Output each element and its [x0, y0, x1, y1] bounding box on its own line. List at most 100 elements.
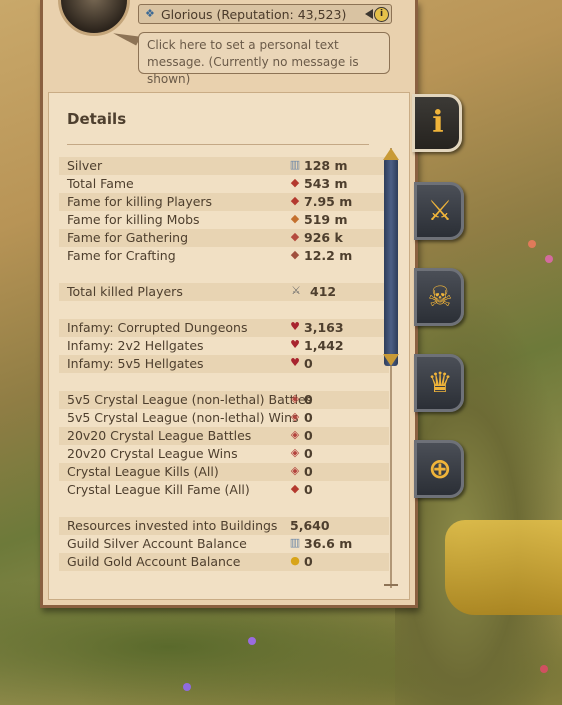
stat-label: Infamy: 5v5 Hellgates	[67, 356, 204, 371]
trophy-icon: ♛	[427, 366, 453, 399]
pvp-fame-icon: ◆	[290, 194, 300, 207]
stat-value: 543 m	[304, 176, 348, 191]
fame-icon: ◆	[290, 482, 300, 495]
stat-label: Infamy: 2v2 Hellgates	[67, 338, 204, 353]
stat-row: Fame for killing Mobs ◆ 519 m	[59, 211, 389, 229]
background-flower	[528, 240, 536, 248]
infamy-icon: ♥	[290, 320, 300, 333]
stat-label: Fame for killing Players	[67, 194, 213, 209]
stat-label: Infamy: Corrupted Dungeons	[67, 320, 248, 335]
tab-kills[interactable]: ☠	[414, 268, 464, 326]
stat-label: Fame for killing Mobs	[67, 212, 200, 227]
gold-coin-icon: ●	[290, 554, 300, 567]
guild-label: Glorious (Reputation: 43,523)	[161, 7, 347, 22]
stat-value: 0	[304, 356, 313, 371]
stat-label: Total Fame	[67, 176, 134, 191]
crystal-icon: ◈	[290, 446, 300, 459]
scroll-up-icon[interactable]	[383, 148, 399, 160]
stat-label: Silver	[67, 158, 103, 173]
info-icon: i	[374, 7, 389, 22]
stat-label: Resources invested into Buildings	[67, 518, 278, 533]
guild-info-button[interactable]: i	[365, 7, 389, 22]
guild-icon: ❖	[145, 7, 155, 20]
stat-row: Crystal League Kill Fame (All) ◆ 0	[59, 481, 389, 499]
stat-value: 12.2 m	[304, 248, 353, 263]
stat-value: 0	[304, 410, 313, 425]
stat-row: Guild Silver Account Balance ▥ 36.6 m	[59, 535, 389, 553]
stat-row: 5v5 Crystal League (non-lethal) Battles ◈…	[59, 391, 389, 409]
stat-label: Fame for Gathering	[67, 230, 189, 245]
stat-row: Total Fame ◆ 543 m	[59, 175, 389, 193]
stat-value: 3,163	[304, 320, 344, 335]
stat-value: 1,442	[304, 338, 344, 353]
stat-row: Silver ▥ 128 m	[59, 157, 389, 175]
personal-message-box[interactable]: Click here to set a personal text messag…	[138, 32, 390, 86]
stat-row: Infamy: Corrupted Dungeons ♥ 3,163	[59, 319, 389, 337]
stat-row: 20v20 Crystal League Wins ◈ 0	[59, 445, 389, 463]
stat-row: Infamy: 5v5 Hellgates ♥ 0	[59, 355, 389, 373]
stat-value: 926 k	[304, 230, 343, 245]
stat-row: Guild Gold Account Balance ● 0	[59, 553, 389, 571]
background-flower	[540, 665, 548, 673]
scrollbar[interactable]	[383, 148, 399, 588]
scrollbar-thumb[interactable]	[384, 158, 398, 366]
stat-label: Crystal League Kills (All)	[67, 464, 219, 479]
stat-row: Infamy: 2v2 Hellgates ♥ 1,442	[59, 337, 389, 355]
stat-label: Fame for Crafting	[67, 248, 176, 263]
stat-label: 5v5 Crystal League (non-lethal) Battles	[67, 392, 313, 407]
background-gold-statue	[445, 520, 562, 615]
tab-achievements[interactable]: ♛	[414, 354, 464, 412]
scroll-down-icon[interactable]	[383, 354, 399, 366]
silver-icon: ▥	[289, 536, 301, 549]
crafting-fame-icon: ◆	[290, 248, 300, 261]
stat-value: 0	[304, 446, 313, 461]
infamy-icon: ♥	[290, 356, 300, 369]
tab-info[interactable]: i	[412, 94, 462, 152]
stat-row: Crystal League Kills (All) ◈ 0	[59, 463, 389, 481]
globe-swords-icon: ⊕	[428, 452, 452, 485]
stat-row: 5v5 Crystal League (non-lethal) Wins ◈ 0	[59, 409, 389, 427]
stat-value: 36.6 m	[304, 536, 353, 551]
silver-icon: ▥	[289, 158, 301, 171]
stat-value: 0	[304, 482, 313, 497]
stat-row: Fame for Crafting ◆ 12.2 m	[59, 247, 389, 265]
stats-list: Silver ▥ 128 m Total Fame ◆ 543 m Fame for kil…	[59, 157, 389, 571]
skull-crossbones-icon: ☠	[427, 280, 453, 313]
pve-fame-icon: ◆	[290, 212, 300, 225]
divider	[67, 144, 369, 145]
crystal-icon: ◈	[290, 410, 300, 423]
stat-value: 128 m	[304, 158, 348, 173]
stat-row: Resources invested into Buildings 5,640	[59, 517, 389, 535]
stat-label: 5v5 Crystal League (non-lethal) Wins	[67, 410, 299, 425]
crossed-swords-icon: ⚔	[427, 194, 453, 227]
stat-row: Fame for Gathering ◆ 926 k	[59, 229, 389, 247]
infamy-icon: ♥	[290, 338, 300, 351]
stat-row: 20v20 Crystal League Battles ◈ 0	[59, 427, 389, 445]
gathering-fame-icon: ◆	[290, 230, 300, 243]
crossed-swords-icon: ⚔	[291, 284, 301, 297]
stat-value: 0	[304, 428, 313, 443]
background-flower	[183, 683, 191, 691]
scrollbar-end	[384, 584, 398, 586]
stat-label: Guild Gold Account Balance	[67, 554, 241, 569]
crystal-icon: ◈	[290, 464, 300, 477]
crystal-icon: ◈	[290, 392, 300, 405]
stat-value: 0	[304, 464, 313, 479]
arrow-left-icon	[365, 9, 373, 19]
background-flower	[248, 637, 256, 645]
guild-bar: ❖ Glorious (Reputation: 43,523) i	[138, 4, 392, 24]
crystal-icon: ◈	[290, 428, 300, 441]
stat-value: 0	[304, 554, 313, 569]
section-title: Details	[67, 110, 127, 128]
tab-world[interactable]: ⊕	[414, 440, 464, 498]
stat-value: 519 m	[304, 212, 348, 227]
stat-label: Total killed Players	[67, 284, 183, 299]
details-section: Details Silver ▥ 128 m Total Fame ◆ 543 m Fame…	[48, 92, 410, 600]
stat-value: 5,640	[290, 518, 330, 533]
info-icon: i	[432, 105, 444, 140]
stat-row: Total killed Players ⚔ 412	[59, 283, 389, 301]
tab-combat[interactable]: ⚔	[414, 182, 464, 240]
